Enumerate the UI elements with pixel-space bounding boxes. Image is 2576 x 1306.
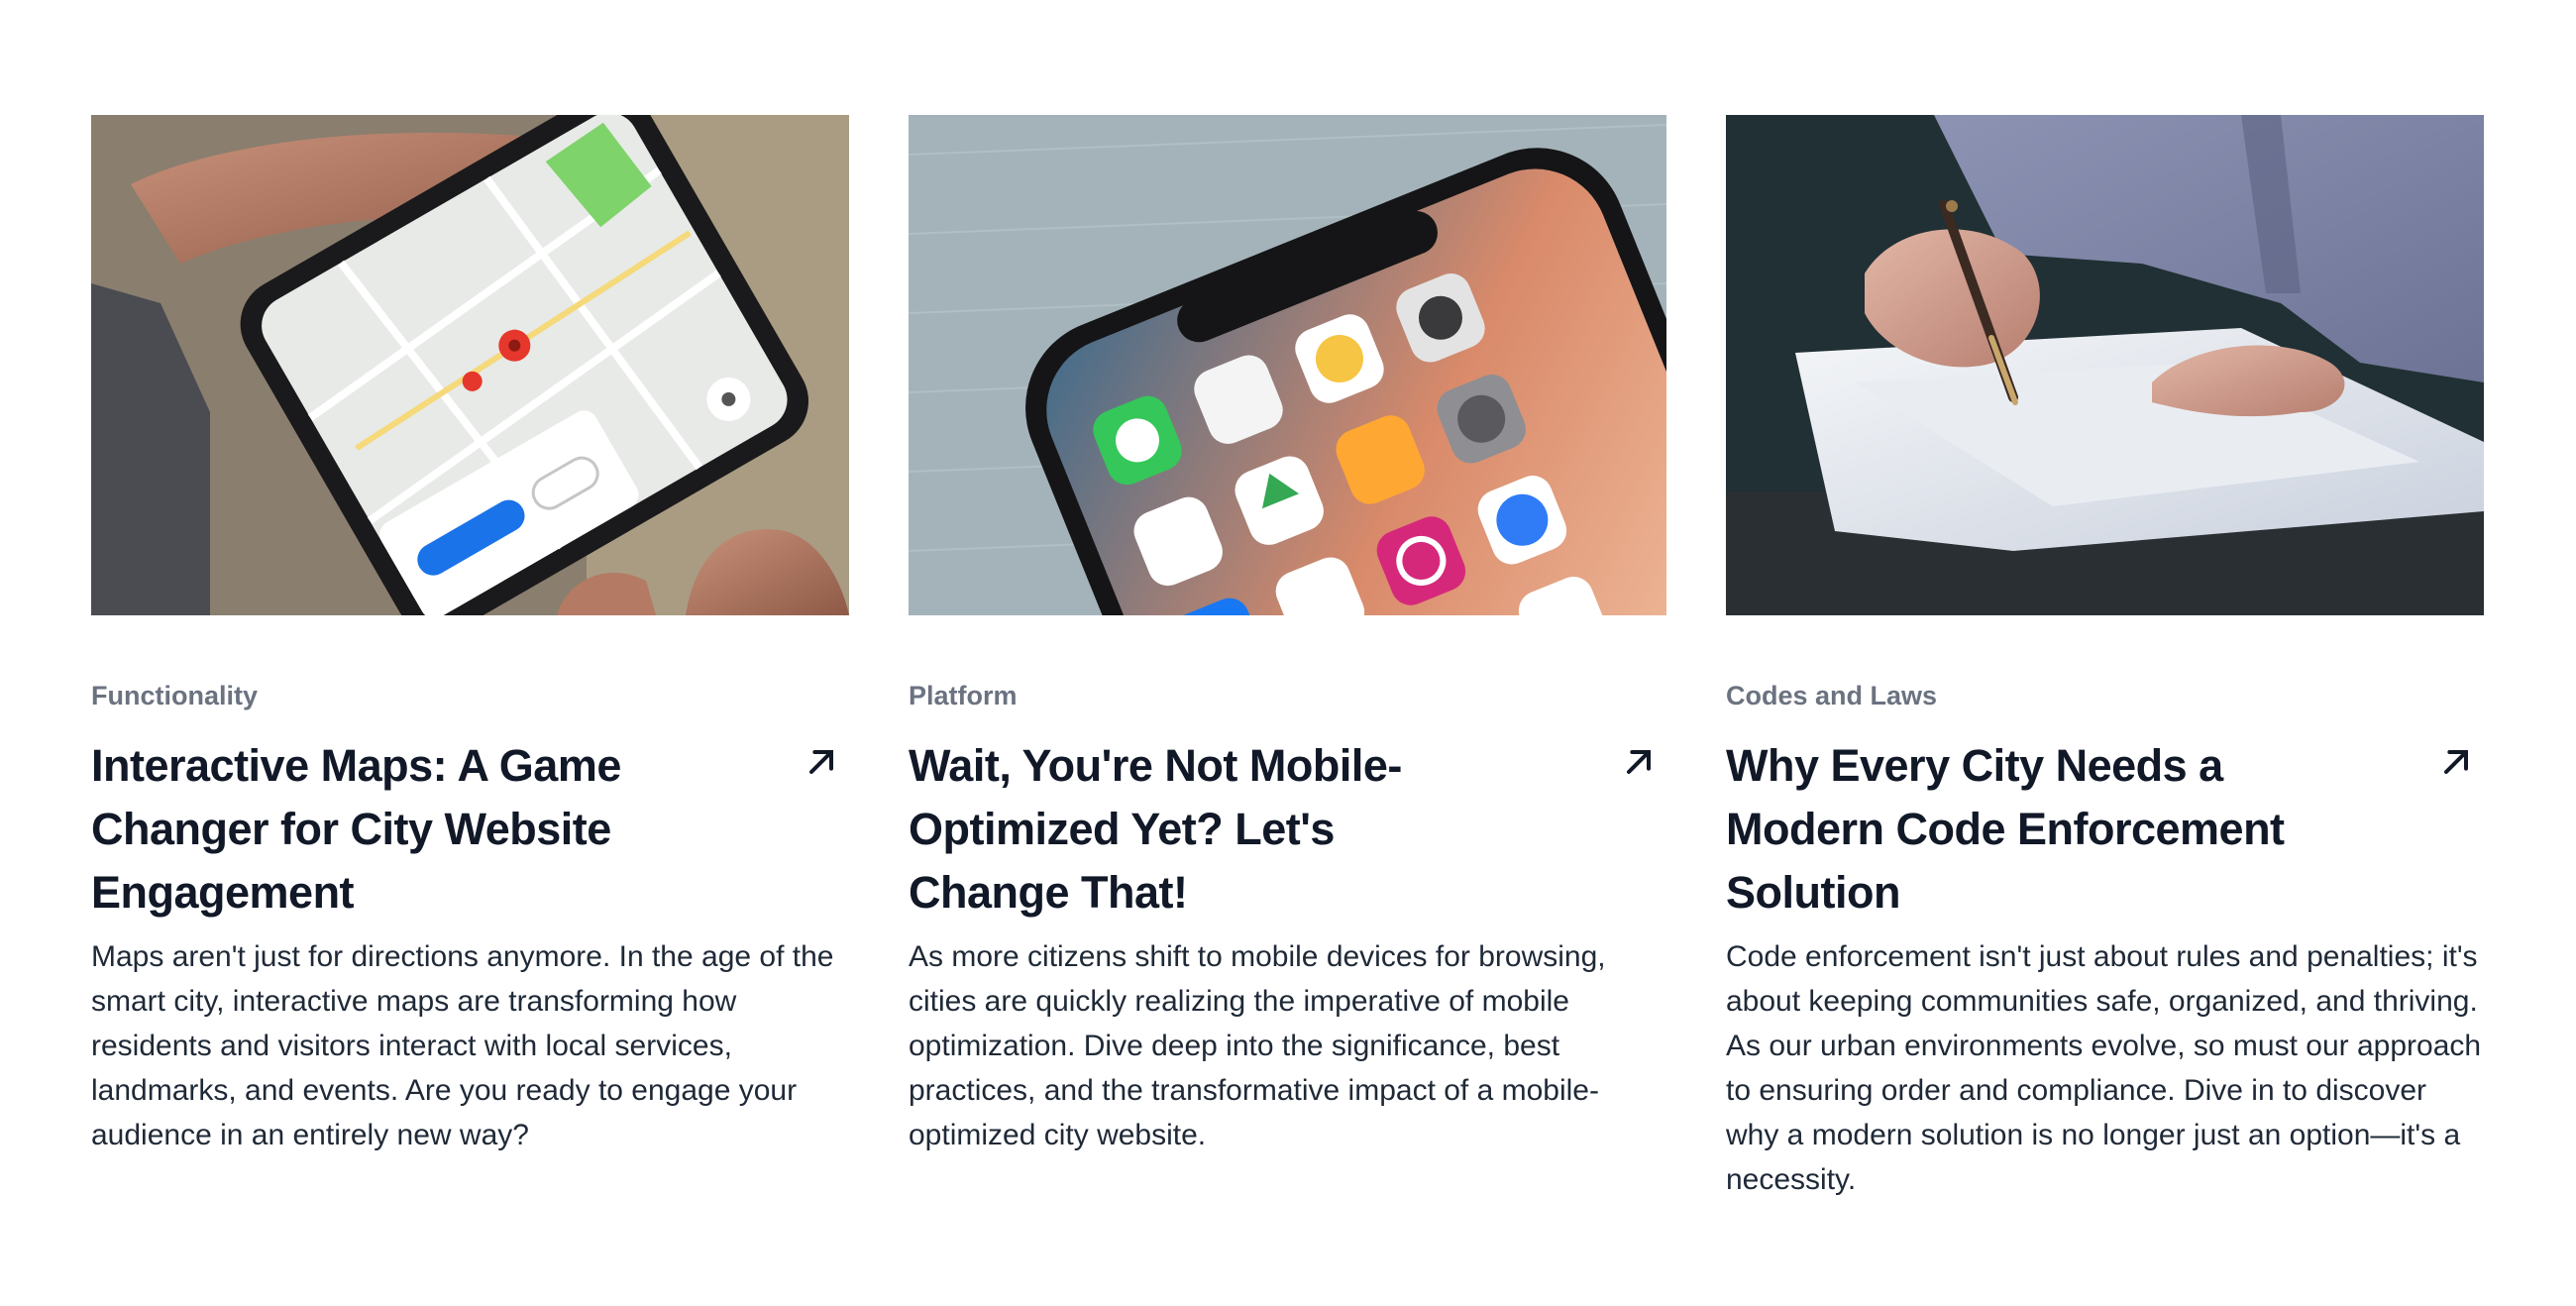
arrow-up-right-icon[interactable]: [802, 742, 841, 782]
card-category: Functionality: [91, 681, 258, 710]
arrow-up-right-icon[interactable]: [2436, 742, 2476, 782]
card-excerpt: Code enforcement isn't just about rules …: [1726, 940, 2482, 1196]
hand-signing-document-photo[interactable]: [1726, 115, 2484, 615]
blog-card[interactable]: Platform Wait, You're Not Mobile-Optimiz…: [909, 115, 1666, 1202]
card-category: Codes and Laws: [1726, 681, 1938, 710]
card-title[interactable]: Interactive Maps: A Game Changer for Cit…: [91, 734, 686, 925]
card-excerpt: As more citizens shift to mobile devices…: [909, 940, 1606, 1151]
smartphone-home-screen-photo[interactable]: [909, 115, 1666, 615]
blog-card[interactable]: Functionality Interactive Maps: A Game C…: [91, 115, 849, 1202]
card-excerpt: Maps aren't just for directions anymore.…: [91, 940, 834, 1151]
arrow-up-right-icon[interactable]: [1619, 742, 1659, 782]
blog-card-grid: Functionality Interactive Maps: A Game C…: [91, 115, 2484, 1202]
blog-card[interactable]: Codes and Laws Why Every City Needs a Mo…: [1726, 115, 2484, 1202]
card-title[interactable]: Wait, You're Not Mobile-Optimized Yet? L…: [909, 734, 1503, 925]
card-category: Platform: [909, 681, 1018, 710]
card-title[interactable]: Why Every City Needs a Modern Code Enfor…: [1726, 734, 2320, 925]
phone-with-google-maps-photo[interactable]: [91, 115, 849, 615]
